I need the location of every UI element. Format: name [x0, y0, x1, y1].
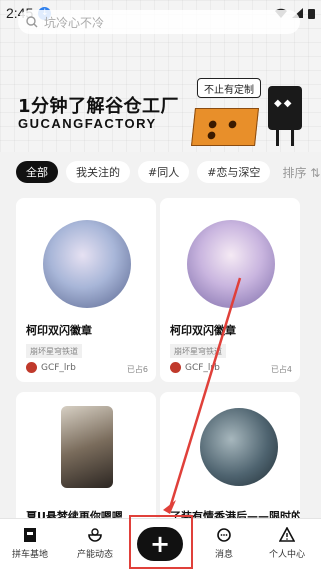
nav-label: 产能动态 — [76, 550, 113, 560]
nav-label: 个人中心 — [268, 550, 305, 560]
product-tag: 崩坏星穹铁道 — [26, 344, 82, 358]
sort-label: 排序 — [282, 165, 307, 180]
product-name: 柯印双闪徽章 — [26, 324, 92, 337]
user-name: GCF_lrb — [185, 362, 220, 373]
tab-all[interactable]: 全部 — [16, 161, 58, 183]
nav-carpool-base[interactable]: 拼车基地 — [0, 527, 60, 560]
product-grid: 柯印双闪徽章 崩坏星穹铁道 GCF_lrb 已占6 柯印双闪徽章 崩坏星穹铁道 … — [14, 198, 307, 518]
tab-following[interactable]: 我关注的 — [66, 161, 130, 183]
banner-subtitle: GUCANGFACTORY — [18, 116, 157, 131]
search-bar[interactable]: 坑冷心不冷 — [18, 10, 300, 34]
chat-icon — [217, 528, 231, 542]
promo-banner[interactable]: 1分钟了解谷仓工厂 GUCANGFACTORY 不止有定制 ● ● ● ◆◆ — [0, 70, 321, 152]
stock-count: 已占6 — [126, 365, 148, 374]
highlight-box — [129, 515, 193, 569]
product-card[interactable]: 了装有情香港后——限时的 — [160, 392, 300, 518]
product-image — [200, 408, 278, 486]
sort-button[interactable]: 排序 ⇅ — [282, 164, 320, 181]
avatar — [26, 362, 37, 373]
flag-icon — [24, 528, 36, 542]
product-card[interactable]: 夏U悬梦续再你嗯嗯 — [16, 392, 156, 518]
tab-doujin[interactable]: #同人 — [138, 161, 190, 183]
product-card[interactable]: 柯印双闪徽章 崩坏星穹铁道 GCF_lrb 已占6 — [16, 198, 156, 382]
robot-mascot: ◆◆ — [268, 86, 302, 146]
product-name: 柯印双闪徽章 — [170, 324, 236, 337]
user-name: GCF_lrb — [41, 362, 76, 373]
box-illustration: ● ● ● — [191, 108, 259, 146]
tab-love-and-deepspace[interactable]: #恋与深空 — [197, 161, 271, 183]
product-tag: 崩坏星穹铁道 — [170, 344, 226, 358]
product-card[interactable]: 柯印双闪徽章 崩坏星穹铁道 GCF_lrb 已占4 — [160, 198, 300, 382]
battery-icon — [308, 8, 315, 19]
header-area: 2:45 ↓ 坑冷心不冷 1分钟了解谷仓工厂 GUCANGFACTORY 不止有… — [0, 0, 321, 152]
avatar — [170, 362, 181, 373]
search-icon — [26, 16, 38, 28]
nav-messages[interactable]: 消息 — [194, 527, 254, 560]
search-placeholder: 坑冷心不冷 — [44, 15, 105, 30]
stock-count: 已占4 — [270, 365, 292, 374]
product-name: 夏U悬梦续再你嗯嗯 — [26, 510, 123, 518]
nav-profile[interactable]: 个人中心 — [257, 527, 317, 560]
banner-bubble: 不止有定制 — [197, 78, 261, 98]
product-image — [187, 220, 275, 308]
product-user: GCF_lrb — [170, 362, 220, 373]
banner-title: 1分钟了解谷仓工厂 — [18, 96, 180, 117]
warning-icon — [279, 527, 295, 542]
product-user: GCF_lrb — [26, 362, 76, 373]
bowl-icon — [88, 528, 102, 542]
category-tabs: 全部 我关注的 #同人 #恋与深空 排序 ⇅ — [0, 152, 321, 192]
nav-capacity-news[interactable]: 产能动态 — [65, 527, 125, 560]
product-image — [61, 406, 113, 488]
product-image — [43, 220, 131, 308]
nav-label: 消息 — [214, 550, 233, 560]
nav-label: 拼车基地 — [11, 550, 48, 560]
